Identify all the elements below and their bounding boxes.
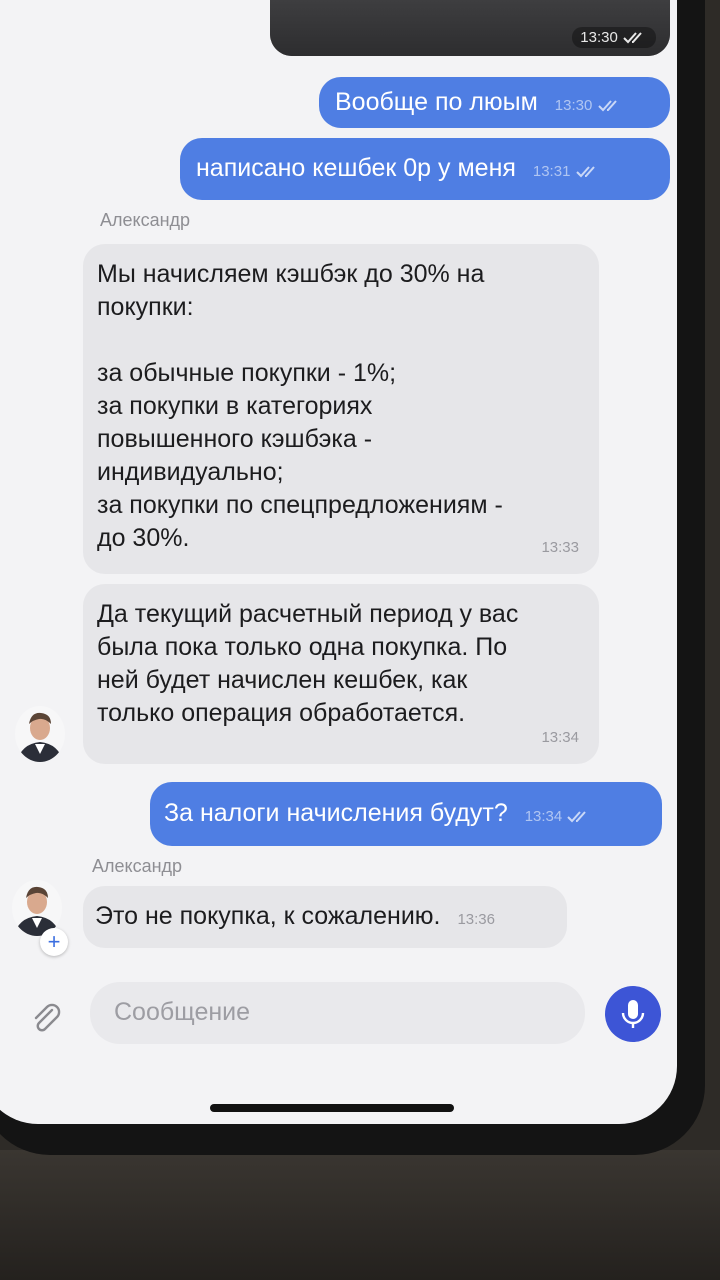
message-text: Вообще по люым xyxy=(335,88,538,116)
message-line: за покупки в категориях xyxy=(97,392,373,420)
paperclip-icon[interactable] xyxy=(28,1000,64,1036)
message-line: только операция обработается. xyxy=(97,699,466,727)
message-time: 13:30 xyxy=(580,29,618,46)
double-check-icon xyxy=(567,811,587,823)
message-time: 13:34 xyxy=(525,808,593,825)
incoming-message[interactable]: Это не покупка, к сожалению. 13:36 xyxy=(83,886,567,948)
avatar[interactable] xyxy=(15,706,65,762)
plus-icon[interactable]: + xyxy=(40,928,68,956)
message-time: 13:34 xyxy=(541,729,579,746)
microphone-button[interactable] xyxy=(605,986,661,1042)
message-line xyxy=(97,324,581,357)
message-line: ней будет начислен кешбек, как xyxy=(97,666,468,694)
message-line: повышенного кэшбэка - xyxy=(97,425,373,453)
sender-name: Александр xyxy=(92,856,183,876)
message-line: до 30%. xyxy=(97,524,190,552)
message-input[interactable]: Сообщение xyxy=(90,982,585,1044)
home-indicator[interactable] xyxy=(210,1104,454,1112)
double-check-icon xyxy=(623,32,642,44)
composer-bar: Сообщение xyxy=(0,982,677,1070)
incoming-message[interactable]: Мы начисляем кэшбэк до 30% на покупки: з… xyxy=(83,244,599,574)
message-line: Да текущий расчетный период у вас xyxy=(97,600,519,628)
message-line: индивидуально; xyxy=(97,458,284,486)
chat-screen: 13:30 Вообще по люым 13:30 написано кешб… xyxy=(0,0,677,1124)
message-line: за покупки по спецпредложениям - xyxy=(97,491,503,519)
message-text: За налоги начисления будут? xyxy=(164,799,508,827)
outgoing-message[interactable]: За налоги начисления будут? 13:34 xyxy=(150,782,662,846)
message-text: Это не покупка, к сожалению. xyxy=(95,902,441,930)
message-line: за обычные покупки - 1%; xyxy=(97,359,397,387)
media-message[interactable]: 13:30 xyxy=(270,0,670,56)
message-time-value: 13:31 xyxy=(532,163,571,180)
message-time: 13:30 xyxy=(555,97,623,114)
media-time-badge: 13:30 xyxy=(572,27,656,48)
outgoing-message[interactable]: написано кешбек 0р у меня 13:31 xyxy=(180,138,670,200)
message-time-value: 13:30 xyxy=(554,97,593,114)
desk-background xyxy=(0,1150,720,1280)
message-line: Мы начисляем кэшбэк до 30% на xyxy=(97,260,485,288)
incoming-message[interactable]: Да текущий расчетный период у вас была п… xyxy=(83,584,599,764)
double-check-icon xyxy=(575,166,595,178)
message-text: написано кешбек 0р у меня xyxy=(196,154,516,182)
message-line: была пока только одна покупка. По xyxy=(97,633,508,661)
microphone-icon xyxy=(621,1000,645,1028)
message-time: 13:33 xyxy=(541,539,579,556)
message-time: 13:31 xyxy=(533,163,601,180)
person-avatar-icon xyxy=(15,706,65,762)
message-time: 13:36 xyxy=(457,911,495,928)
outgoing-message[interactable]: Вообще по люым 13:30 xyxy=(319,77,670,128)
message-placeholder: Сообщение xyxy=(114,998,251,1026)
message-line: покупки: xyxy=(97,293,194,321)
phone-frame: 13:30 Вообще по люым 13:30 написано кешб… xyxy=(0,0,705,1155)
message-time-value: 13:34 xyxy=(524,808,563,825)
sender-name: Александр xyxy=(100,210,191,230)
double-check-icon xyxy=(597,100,617,112)
